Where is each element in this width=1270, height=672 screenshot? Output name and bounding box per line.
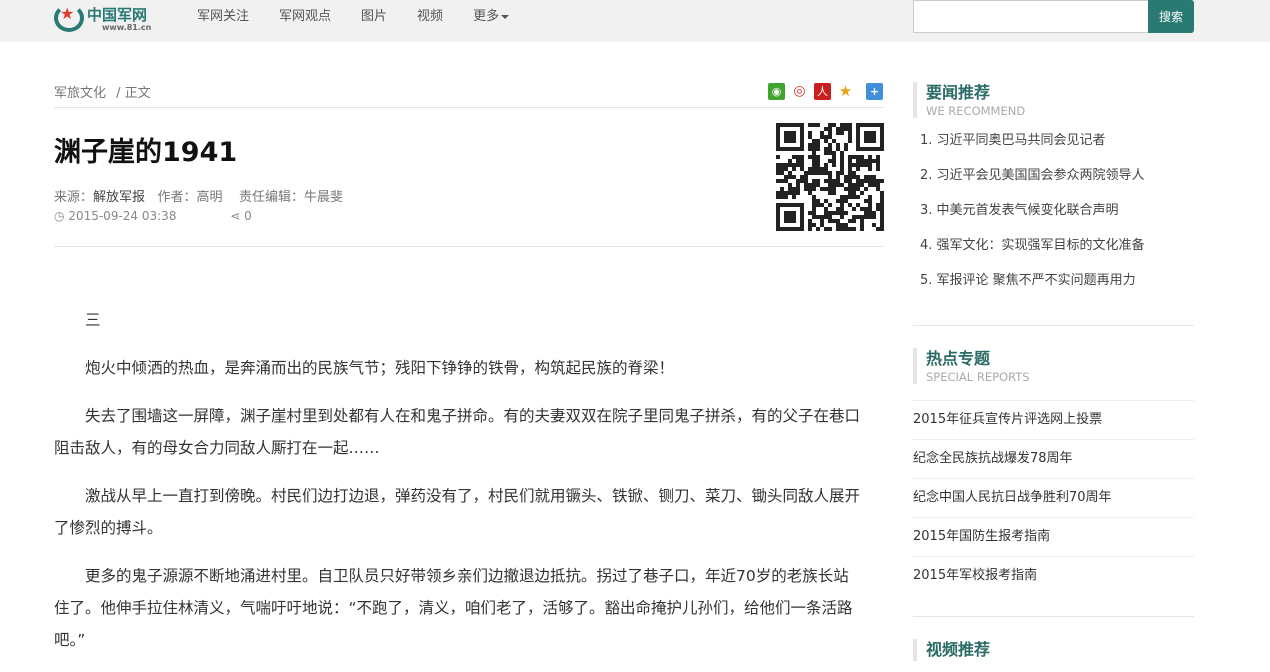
special-title: 热点专题 [926, 349, 991, 368]
paragraph: 炮火中倾洒的热血，是奔涌而出的民族气节；残阳下铮铮的铁骨，构筑起民族的脊梁！ [85, 359, 675, 377]
nav-junwang-guandian[interactable]: 军网观点 [279, 9, 331, 25]
caret-down-icon [501, 14, 510, 19]
nav-more[interactable]: 更多 [473, 9, 510, 25]
main-nav: 军网关注 军网观点 图片 视频 更多 [197, 9, 539, 25]
video-header: 视频推荐 [913, 639, 1194, 661]
author-label: 作者： [157, 190, 197, 205]
editor-label: 责任编辑： [239, 190, 305, 205]
qr-code [776, 123, 884, 231]
recommend-item[interactable]: 4. 强军文化：实现强军目标的文化准备 [913, 228, 1194, 263]
paragraph: 失去了围墙这一屏障，渊子崖村里到处都有人在和鬼子拼命。有的夫妻双双在院子里同鬼子… [54, 407, 861, 457]
share-count: 0 [244, 209, 252, 223]
logo-text: 中国军网 [87, 6, 148, 24]
article-info: ◷ 2015-09-24 03:38 ⋖ 0 [54, 209, 252, 223]
breadcrumb-section[interactable]: 军旅文化 [54, 86, 106, 101]
logo-url: www.81.cn [102, 23, 152, 32]
special-item[interactable]: 2015年征兵宣传片评选网上投票 [913, 400, 1194, 439]
recommend-subtitle: WE RECOMMEND [926, 104, 1026, 118]
search-input[interactable] [913, 0, 1149, 33]
video-panel: 视频推荐 [913, 639, 1194, 661]
article-meta: 来源：解放军报 作者：高明 责任编辑：牛晨斐 [54, 186, 343, 205]
publish-datetime: 2015-09-24 03:38 [68, 209, 177, 223]
video-title: 视频推荐 [926, 640, 991, 659]
nav-junwang-guanzhu[interactable]: 军网关注 [197, 9, 249, 25]
search-button[interactable]: 搜索 [1148, 0, 1194, 33]
divider [913, 616, 1194, 617]
recommend-header: 要闻推荐 WE RECOMMEND [913, 82, 1194, 118]
qzone-icon[interactable]: ★ [837, 83, 854, 100]
special-subtitle: SPECIAL REPORTS [926, 370, 1030, 384]
divider [54, 107, 884, 108]
site-logo[interactable]: ★ 中国军网 www.81.cn [54, 2, 154, 34]
editor: 牛晨斐 [304, 190, 344, 205]
recommend-item[interactable]: 1. 习近平同奥巴马共同会见记者 [913, 123, 1194, 158]
source-label: 来源： [54, 190, 94, 205]
divider [913, 325, 1194, 326]
article-title: 渊子崖的1941 [54, 137, 238, 168]
article-body: 三 炮火中倾洒的热血，是奔涌而出的民族气节；残阳下铮铮的铁骨，构筑起民族的脊梁！… [54, 304, 864, 672]
wechat-icon[interactable]: ◉ [768, 83, 785, 100]
recommend-item[interactable]: 2. 习近平会见美国国会参众两院领导人 [913, 158, 1194, 193]
breadcrumb: 军旅文化 / 正文 [54, 82, 151, 101]
recommend-panel: 要闻推荐 WE RECOMMEND 1. 习近平同奥巴马共同会见记者 2. 习近… [913, 82, 1194, 298]
paragraph: 更多的鬼子源源不断地涌进村里。自卫队员只好带领乡亲们边撤退边抵抗。拐过了巷子口，… [54, 567, 853, 649]
special-header: 热点专题 SPECIAL REPORTS [913, 348, 1194, 384]
share-icon[interactable]: ⋖ [230, 209, 240, 223]
nav-pictures[interactable]: 图片 [361, 9, 387, 25]
paragraph: 激战从早上一直打到傍晚。村民们边打边退，弹药没有了，村民们就用镢头、铁锨、铡刀、… [54, 487, 861, 537]
author: 高明 [196, 190, 223, 205]
breadcrumb-current: / 正文 [116, 86, 151, 101]
special-item[interactable]: 2015年国防生报考指南 [913, 517, 1194, 556]
special-item[interactable]: 2015年军校报考指南 [913, 556, 1194, 595]
star-icon: ★ [60, 4, 75, 23]
recommend-item[interactable]: 5. 军报评论 聚焦不严不实问题再用力 [913, 263, 1194, 298]
special-item[interactable]: 纪念中国人民抗日战争胜利70周年 [913, 478, 1194, 517]
special-item[interactable]: 纪念全民族抗战爆发78周年 [913, 439, 1194, 478]
top-header: ★ 中国军网 www.81.cn 军网关注 军网观点 图片 视频 更多 搜索 [0, 0, 1270, 42]
special-panel: 热点专题 SPECIAL REPORTS 2015年征兵宣传片评选网上投票 纪念… [913, 348, 1194, 595]
nav-video[interactable]: 视频 [417, 9, 443, 25]
paragraph: 三 [85, 311, 101, 329]
source: 解放军报 [93, 190, 146, 205]
clock-icon: ◷ [54, 209, 65, 223]
weibo-icon[interactable]: ◎ [791, 83, 808, 100]
recommend-item[interactable]: 3. 中美元首发表气候变化联合声明 [913, 193, 1194, 228]
renmin-icon[interactable]: 人 [814, 83, 831, 100]
nav-more-label: 更多 [473, 9, 500, 24]
more-share-icon[interactable]: + [866, 83, 883, 100]
share-bar: ◉ ◎ 人 ★ + [768, 83, 883, 100]
divider [54, 246, 884, 247]
recommend-title: 要闻推荐 [926, 83, 991, 102]
